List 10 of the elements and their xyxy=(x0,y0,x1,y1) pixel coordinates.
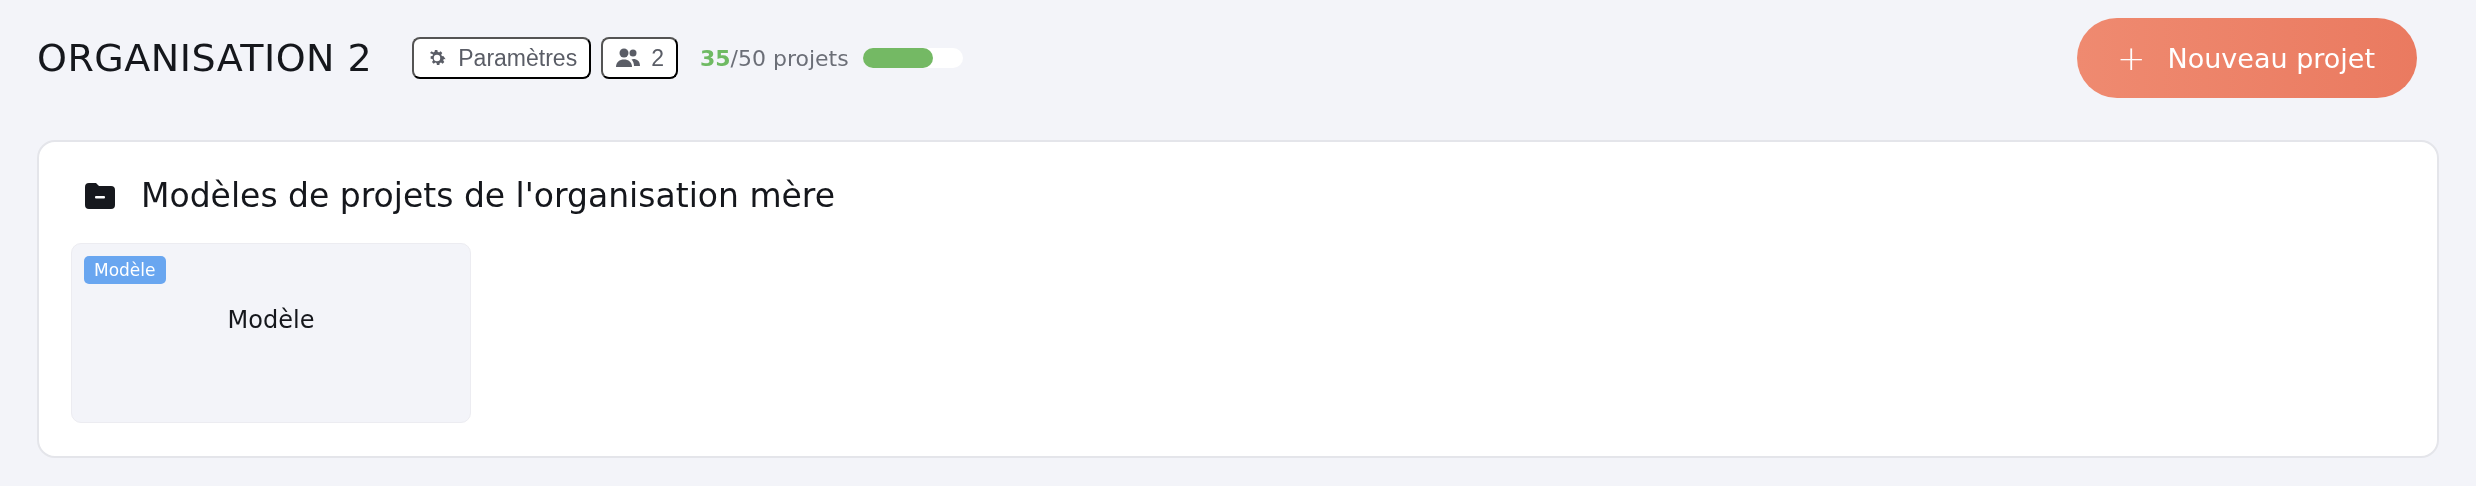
organization-title: ORGANISATION 2 xyxy=(37,36,373,80)
template-card[interactable]: Modèle Modèle xyxy=(71,243,471,423)
settings-button[interactable]: Paramètres xyxy=(412,37,592,79)
template-badge: Modèle xyxy=(84,256,166,284)
folder-icon xyxy=(85,182,115,209)
section-title: Modèles de projets de l'organisation mère xyxy=(141,176,835,215)
users-icon xyxy=(615,47,642,69)
template-name: Modèle xyxy=(227,306,315,334)
members-button[interactable]: 2 xyxy=(601,37,678,79)
project-count: 35/50 projets xyxy=(699,45,849,71)
